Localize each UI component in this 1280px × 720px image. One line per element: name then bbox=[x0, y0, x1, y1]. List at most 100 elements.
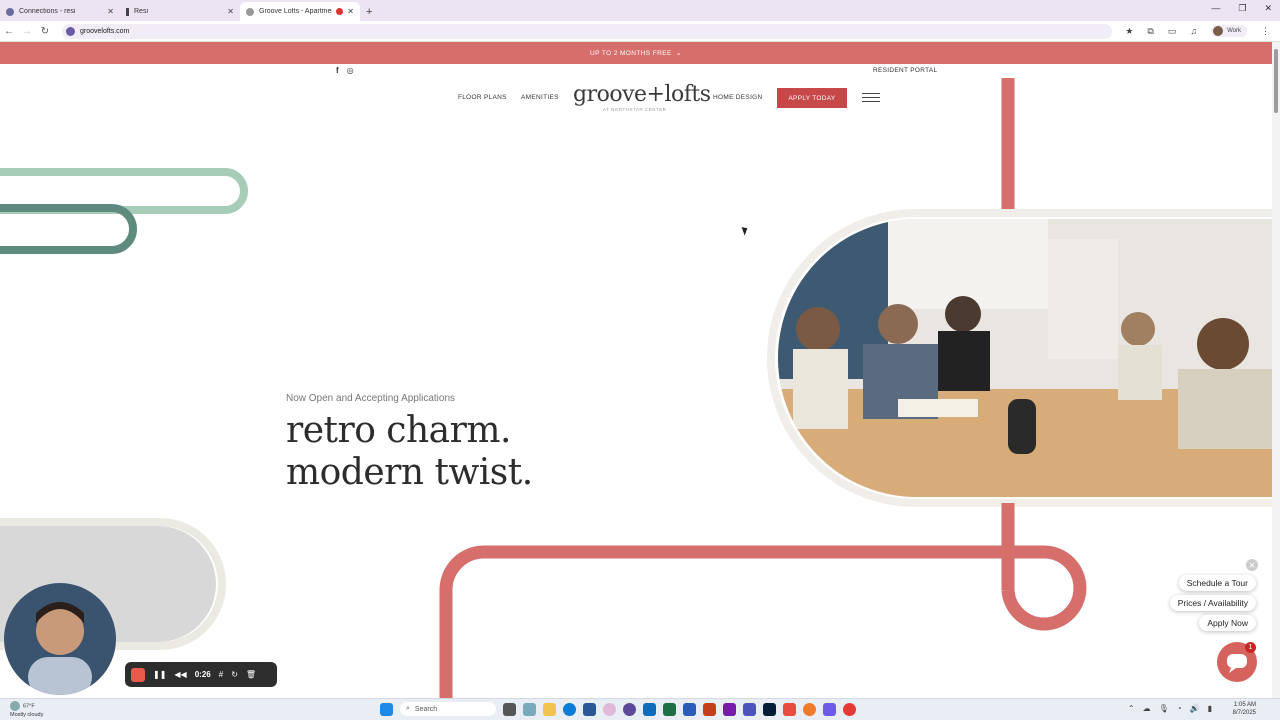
tab-title: Resi bbox=[134, 8, 149, 15]
utility-bar: f ◎ RESIDENT PORTAL bbox=[0, 64, 1272, 78]
apply-now-button[interactable]: Apply Now bbox=[1199, 615, 1256, 631]
stop-recording-button[interactable] bbox=[131, 667, 145, 682]
tab-connections[interactable]: Connections - resi ✕ bbox=[0, 2, 120, 21]
close-icon[interactable]: ✕ bbox=[1246, 559, 1258, 571]
settings-gear-icon[interactable] bbox=[823, 702, 836, 716]
profile-label: Work bbox=[1227, 28, 1241, 34]
tab-title: Connections - resi bbox=[19, 8, 76, 15]
chevron-up-icon[interactable]: ⌃ bbox=[1128, 704, 1135, 713]
app-icon[interactable] bbox=[803, 702, 816, 716]
resident-portal-link[interactable]: RESIDENT PORTAL bbox=[873, 67, 937, 74]
recording-indicator-icon bbox=[336, 8, 344, 15]
avatar bbox=[1213, 26, 1224, 36]
recording-timer: 0:26 bbox=[194, 670, 211, 679]
extensions-icon[interactable]: ⧉ bbox=[1147, 26, 1153, 37]
forward-arrow-icon[interactable]: → bbox=[18, 26, 36, 37]
grid-icon[interactable]: # bbox=[219, 670, 223, 679]
edge-icon[interactable] bbox=[563, 702, 576, 716]
hero-headline-line1: retro charm. bbox=[286, 410, 511, 451]
nav-home-design[interactable]: HOME DESIGN bbox=[713, 94, 763, 101]
nav-floor-plans[interactable]: FLOOR PLANS bbox=[458, 94, 507, 101]
bookmark-star-icon[interactable]: ★ bbox=[1125, 26, 1133, 37]
close-tab-icon[interactable]: ✕ bbox=[227, 7, 234, 16]
teams-icon[interactable] bbox=[743, 702, 756, 716]
chevron-down-icon: ⌄ bbox=[675, 50, 682, 57]
browser-tab-strip: Connections - resi ✕ Resi ✕ Groove Lofts… bbox=[0, 0, 1280, 21]
system-tray: ⌃ ☁ 🎙 ◔ 🔊 ▮ bbox=[1128, 704, 1212, 713]
apply-today-button[interactable]: APPLY TODAY bbox=[777, 88, 847, 108]
onenote-icon[interactable] bbox=[723, 702, 736, 716]
prices-availability-button[interactable]: Prices / Availability bbox=[1169, 595, 1256, 611]
clock[interactable]: 1:05 AM 8/7/2025 bbox=[1233, 701, 1256, 717]
back-arrow-icon[interactable]: ← bbox=[0, 26, 18, 37]
hero-eyebrow: Now Open and Accepting Applications bbox=[286, 393, 455, 404]
restart-icon[interactable]: ↻ bbox=[231, 670, 238, 679]
mouse-cursor-icon bbox=[741, 225, 750, 236]
onedrive-icon[interactable]: ☁ bbox=[1143, 704, 1151, 713]
clock-time: 1:05 AM bbox=[1233, 702, 1256, 708]
close-tab-icon[interactable]: ✕ bbox=[107, 7, 114, 16]
pause-icon[interactable]: ❚❚ bbox=[153, 670, 166, 679]
chrome-icon[interactable] bbox=[623, 702, 636, 716]
taskbar-apps: ⌕ Search bbox=[380, 702, 856, 716]
outlook-icon[interactable] bbox=[643, 702, 656, 716]
groove-lofts-logo[interactable]: groove+lofts bbox=[573, 82, 711, 107]
close-tab-icon[interactable]: ✕ bbox=[347, 7, 354, 16]
weather-cloud-icon bbox=[10, 701, 20, 711]
address-toolbar: ← → ↻ groovelofts.com ★ ⧉ ▭ ♫ Work ⋮ bbox=[0, 21, 1280, 42]
url-bar[interactable]: groovelofts.com bbox=[62, 23, 1112, 39]
windows-taskbar: 67°F Mostly cloudy ⌕ Search ⌃ ☁ 🎙 ◔ 🔊 ▮ bbox=[0, 698, 1280, 720]
weather-widget[interactable]: 67°F Mostly cloudy bbox=[10, 701, 43, 719]
split-view-icon[interactable]: ▭ bbox=[1168, 26, 1177, 37]
facebook-icon[interactable]: f bbox=[336, 66, 339, 75]
nav-amenities[interactable]: AMENITIES bbox=[521, 94, 559, 101]
url-text: groovelofts.com bbox=[80, 27, 130, 35]
promo-banner[interactable]: UP TO 2 MONTHS FREE ⌄ bbox=[0, 42, 1272, 64]
recorder-app-icon[interactable] bbox=[843, 702, 856, 716]
app-icon[interactable] bbox=[783, 702, 796, 716]
task-view-icon[interactable] bbox=[503, 702, 516, 716]
file-explorer-icon[interactable] bbox=[543, 702, 556, 716]
tab-favicon-icon bbox=[246, 7, 254, 16]
hero-photo-illustration bbox=[778, 219, 1272, 497]
tab-resi[interactable]: Resi ✕ bbox=[120, 2, 240, 21]
search-placeholder: Search bbox=[414, 705, 438, 713]
store-icon[interactable] bbox=[583, 702, 596, 716]
instagram-icon[interactable]: ◎ bbox=[347, 66, 354, 75]
hamburger-menu-icon[interactable] bbox=[862, 93, 880, 105]
windows-start-icon[interactable] bbox=[380, 702, 393, 716]
wifi-icon[interactable]: ◔ bbox=[1177, 704, 1182, 713]
site-info-icon[interactable] bbox=[66, 26, 75, 36]
webcam-bubble[interactable] bbox=[4, 583, 116, 695]
weather-temp: 67°F bbox=[23, 703, 35, 710]
media-icon[interactable]: ♫ bbox=[1190, 26, 1197, 36]
powerpoint-icon[interactable] bbox=[703, 702, 716, 716]
tab-groove-lofts[interactable]: Groove Lofts - Apartments ✕ bbox=[240, 2, 360, 21]
page-scrollbar[interactable] bbox=[1272, 42, 1280, 698]
word-icon[interactable] bbox=[683, 702, 696, 716]
tab-favicon-icon bbox=[126, 7, 129, 16]
copilot-icon[interactable] bbox=[523, 702, 536, 716]
new-tab-button[interactable]: + bbox=[366, 2, 372, 21]
microphone-icon[interactable]: 🎙 bbox=[1159, 704, 1169, 713]
close-window-icon[interactable]: ✕ bbox=[1264, 3, 1272, 14]
excel-icon[interactable] bbox=[663, 702, 676, 716]
maximize-icon[interactable]: ❐ bbox=[1238, 3, 1246, 14]
reload-icon[interactable]: ↻ bbox=[36, 26, 54, 37]
profile-button[interactable]: Work bbox=[1211, 25, 1247, 37]
battery-icon[interactable]: ▮ bbox=[1208, 704, 1212, 713]
schedule-tour-button[interactable]: Schedule a Tour bbox=[1178, 575, 1256, 591]
trash-icon[interactable]: 🗑 bbox=[246, 670, 256, 679]
rewind-icon[interactable]: ◀◀ bbox=[174, 670, 186, 679]
minimize-icon[interactable]: — bbox=[1211, 3, 1220, 14]
photoshop-icon[interactable] bbox=[763, 702, 776, 716]
volume-icon[interactable]: 🔊 bbox=[1190, 704, 1200, 713]
opera-icon[interactable] bbox=[603, 702, 616, 716]
scrollbar-thumb[interactable] bbox=[1274, 49, 1278, 113]
taskbar-search[interactable]: ⌕ Search bbox=[400, 702, 496, 716]
menu-kebab-icon[interactable]: ⋮ bbox=[1261, 26, 1270, 37]
tab-favicon-icon bbox=[6, 7, 14, 16]
window-controls: — ❐ ✕ bbox=[1211, 3, 1272, 14]
hero-photo bbox=[778, 219, 1272, 497]
search-icon: ⌕ bbox=[406, 705, 410, 712]
